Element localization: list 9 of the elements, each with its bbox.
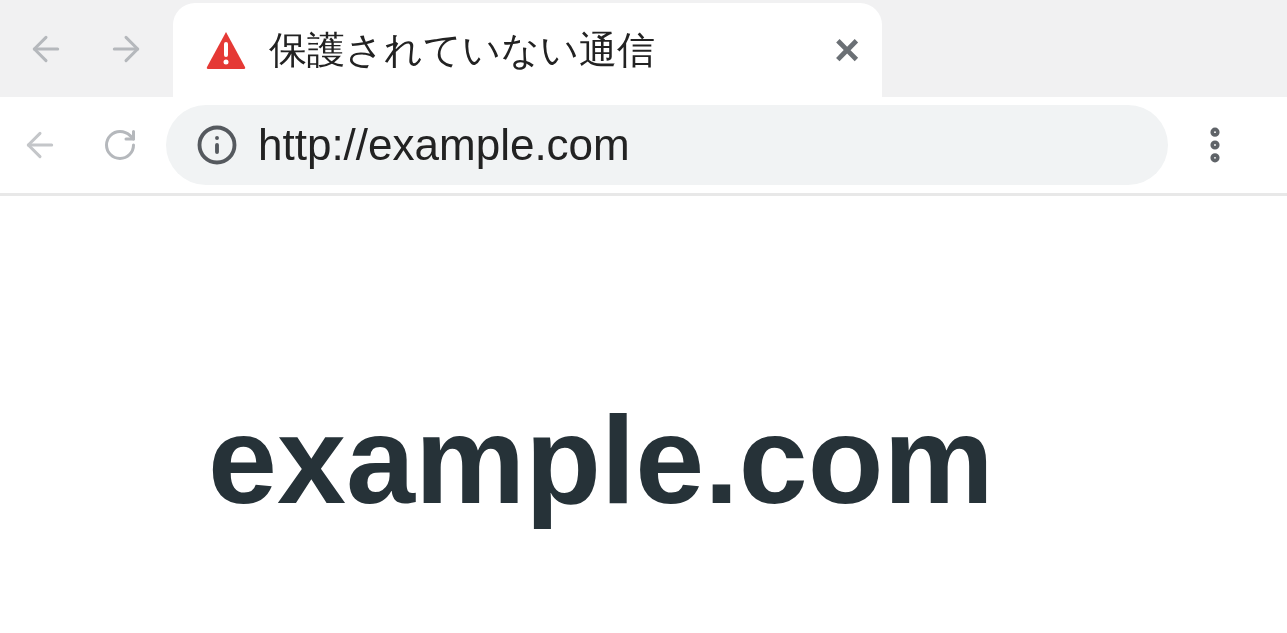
address-bar[interactable]: http://example.com bbox=[166, 105, 1168, 185]
info-icon[interactable] bbox=[196, 124, 238, 166]
warning-icon bbox=[205, 30, 247, 70]
reload-icon[interactable] bbox=[102, 127, 138, 163]
page-heading: example.com bbox=[208, 390, 995, 531]
url-text: http://example.com bbox=[258, 119, 630, 171]
close-button[interactable]: × bbox=[834, 28, 860, 72]
tab-title: 保護されていない通信 bbox=[269, 27, 655, 73]
browser-tab[interactable]: 保護されていない通信 × bbox=[173, 3, 882, 97]
